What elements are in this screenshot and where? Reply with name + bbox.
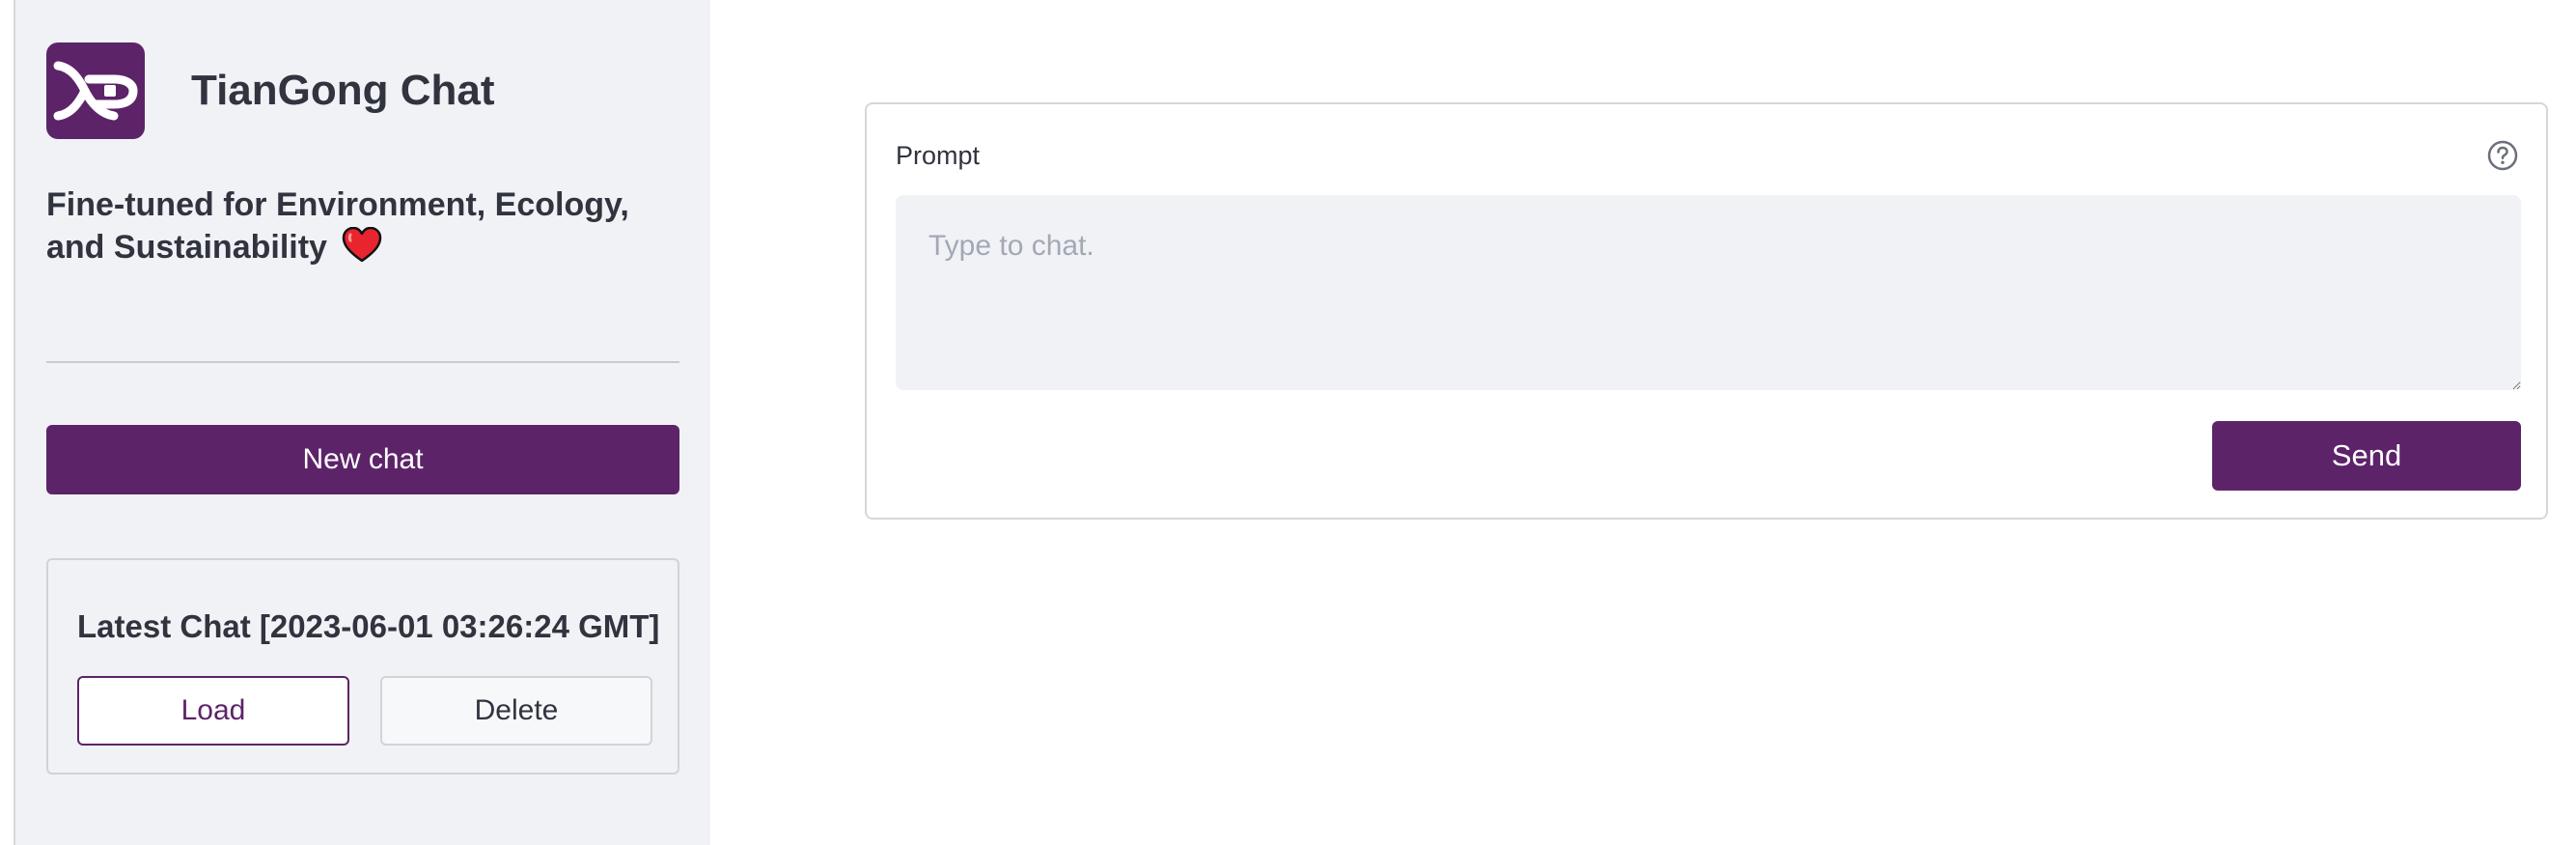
tagline: Fine-tuned for Environment, Ecology, and… [46, 183, 683, 274]
new-chat-button[interactable]: New chat [46, 425, 679, 494]
tiangong-logo-icon [46, 42, 145, 139]
app-title: TianGong Chat [191, 67, 495, 114]
app-root: TianGong Chat Fine-tuned for Environment… [0, 0, 2576, 845]
sidebar-divider [46, 361, 679, 363]
latest-chat-title: Latest Chat [2023-06-01 03:26:24 GMT] [77, 608, 660, 644]
prompt-form: Prompt Send [865, 102, 2548, 520]
tagline-text: Fine-tuned for Environment, Ecology, and… [46, 186, 629, 266]
question-circle-icon[interactable] [2486, 139, 2519, 172]
prompt-input[interactable] [896, 195, 2521, 390]
delete-chat-button[interactable]: Delete [380, 676, 652, 746]
sidebar: TianGong Chat Fine-tuned for Environment… [15, 0, 710, 845]
latest-chat-card: Latest Chat [2023-06-01 03:26:24 GMT] Lo… [46, 558, 679, 775]
left-edge-rule [0, 0, 15, 845]
send-button[interactable]: Send [2212, 421, 2521, 491]
prompt-label: Prompt [896, 141, 981, 170]
red-heart-icon [342, 226, 382, 274]
brand-header: TianGong Chat [46, 42, 495, 139]
load-chat-button[interactable]: Load [77, 676, 349, 746]
